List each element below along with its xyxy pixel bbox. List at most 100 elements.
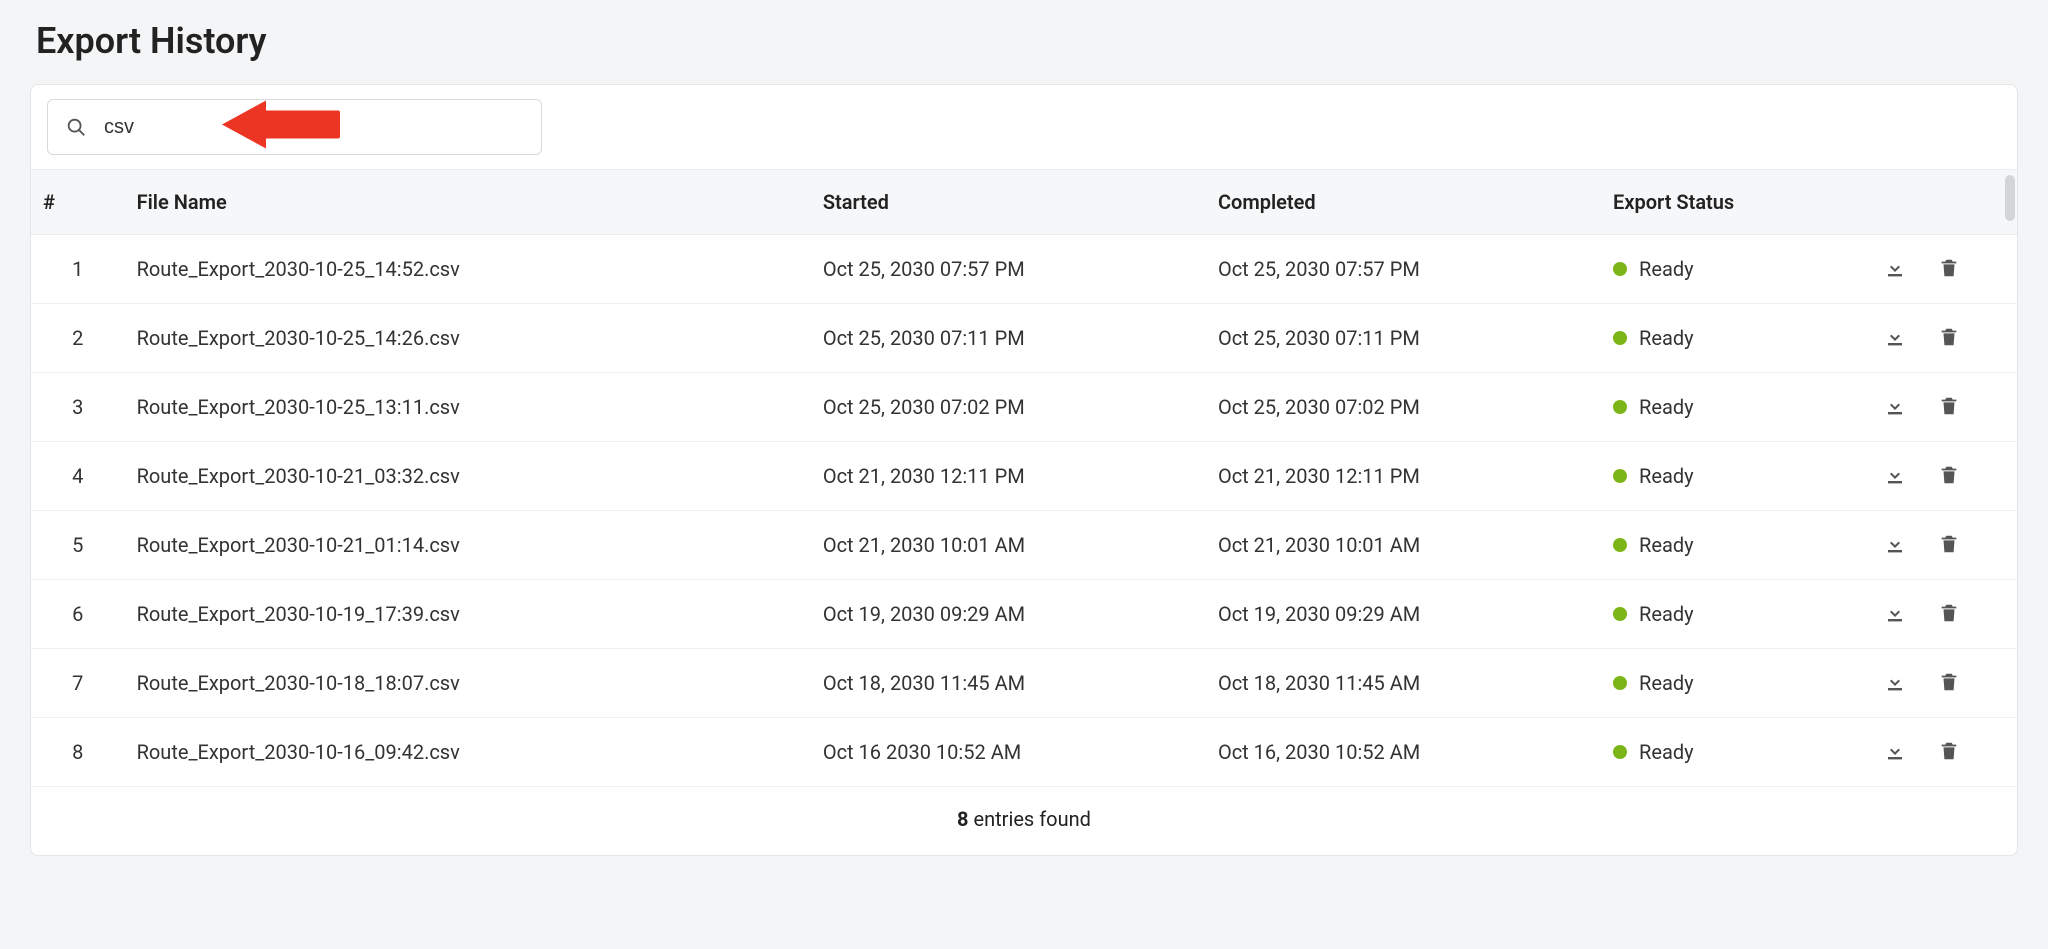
row-status-cell: Ready <box>1601 580 1871 649</box>
col-header-index[interactable]: # <box>31 170 125 235</box>
row-status-text: Ready <box>1639 257 1694 281</box>
trash-icon <box>1938 671 1960 696</box>
row-index: 2 <box>31 304 125 373</box>
row-file-name: Route_Export_2030-10-21_01:14.csv <box>125 511 811 580</box>
delete-button[interactable] <box>1937 740 1961 764</box>
download-button[interactable] <box>1883 533 1907 557</box>
col-header-file-name[interactable]: File Name <box>125 170 811 235</box>
delete-button[interactable] <box>1937 257 1961 281</box>
download-button[interactable] <box>1883 671 1907 695</box>
delete-button[interactable] <box>1937 533 1961 557</box>
row-status-cell: Ready <box>1601 649 1871 718</box>
download-button[interactable] <box>1883 464 1907 488</box>
download-button[interactable] <box>1883 257 1907 281</box>
row-actions-cell <box>1871 580 2017 649</box>
status-dot-icon <box>1613 262 1627 276</box>
row-status-text: Ready <box>1639 326 1694 350</box>
status-dot-icon <box>1613 400 1627 414</box>
trash-icon <box>1938 395 1960 420</box>
row-started: Oct 16 2030 10:52 AM <box>811 718 1206 787</box>
row-status-text: Ready <box>1639 671 1694 695</box>
table-row: 8 Route_Export_2030-10-16_09:42.csv Oct … <box>31 718 2017 787</box>
row-completed: Oct 18, 2030 11:45 AM <box>1206 649 1601 718</box>
row-started: Oct 25, 2030 07:02 PM <box>811 373 1206 442</box>
download-button[interactable] <box>1883 326 1907 350</box>
row-actions-cell <box>1871 442 2017 511</box>
delete-button[interactable] <box>1937 671 1961 695</box>
row-status-cell: Ready <box>1601 304 1871 373</box>
row-started: Oct 21, 2030 12:11 PM <box>811 442 1206 511</box>
download-icon <box>1883 739 1907 766</box>
row-actions-cell <box>1871 373 2017 442</box>
table-row: 2 Route_Export_2030-10-25_14:26.csv Oct … <box>31 304 2017 373</box>
trash-icon <box>1938 533 1960 558</box>
col-header-completed[interactable]: Completed <box>1206 170 1601 235</box>
row-status-cell: Ready <box>1601 511 1871 580</box>
row-file-name: Route_Export_2030-10-18_18:07.csv <box>125 649 811 718</box>
row-status-text: Ready <box>1639 533 1694 557</box>
status-dot-icon <box>1613 538 1627 552</box>
table-footer-row: 8 entries found <box>31 787 2017 856</box>
row-index: 7 <box>31 649 125 718</box>
row-completed: Oct 25, 2030 07:02 PM <box>1206 373 1601 442</box>
download-icon <box>1883 394 1907 421</box>
download-button[interactable] <box>1883 602 1907 626</box>
row-status-text: Ready <box>1639 740 1694 764</box>
col-header-started[interactable]: Started <box>811 170 1206 235</box>
row-status-text: Ready <box>1639 464 1694 488</box>
row-completed: Oct 21, 2030 10:01 AM <box>1206 511 1601 580</box>
download-button[interactable] <box>1883 395 1907 419</box>
row-started: Oct 25, 2030 07:57 PM <box>811 235 1206 304</box>
download-icon <box>1883 670 1907 697</box>
status-dot-icon <box>1613 745 1627 759</box>
row-file-name: Route_Export_2030-10-16_09:42.csv <box>125 718 811 787</box>
entries-suffix: entries found <box>969 807 1091 831</box>
download-icon <box>1883 325 1907 352</box>
delete-button[interactable] <box>1937 464 1961 488</box>
table-row: 6 Route_Export_2030-10-19_17:39.csv Oct … <box>31 580 2017 649</box>
row-completed: Oct 25, 2030 07:11 PM <box>1206 304 1601 373</box>
table-row: 3 Route_Export_2030-10-25_13:11.csv Oct … <box>31 373 2017 442</box>
row-file-name: Route_Export_2030-10-19_17:39.csv <box>125 580 811 649</box>
row-completed: Oct 16, 2030 10:52 AM <box>1206 718 1601 787</box>
scrollbar-thumb[interactable] <box>2005 175 2015 221</box>
download-button[interactable] <box>1883 740 1907 764</box>
page-title: Export History <box>36 20 2018 62</box>
row-status-cell: Ready <box>1601 718 1871 787</box>
table-row: 7 Route_Export_2030-10-18_18:07.csv Oct … <box>31 649 2017 718</box>
table-row: 5 Route_Export_2030-10-21_01:14.csv Oct … <box>31 511 2017 580</box>
status-dot-icon <box>1613 676 1627 690</box>
search-input[interactable] <box>47 99 542 155</box>
row-actions-cell <box>1871 235 2017 304</box>
row-actions-cell <box>1871 649 2017 718</box>
row-actions-cell <box>1871 718 2017 787</box>
row-status-cell: Ready <box>1601 235 1871 304</box>
search-wrap <box>47 99 542 155</box>
delete-button[interactable] <box>1937 602 1961 626</box>
trash-icon <box>1938 602 1960 627</box>
row-completed: Oct 21, 2030 12:11 PM <box>1206 442 1601 511</box>
row-index: 1 <box>31 235 125 304</box>
entries-count: 8 <box>957 807 968 831</box>
table-row: 1 Route_Export_2030-10-25_14:52.csv Oct … <box>31 235 2017 304</box>
row-started: Oct 21, 2030 10:01 AM <box>811 511 1206 580</box>
row-completed: Oct 25, 2030 07:57 PM <box>1206 235 1601 304</box>
row-file-name: Route_Export_2030-10-21_03:32.csv <box>125 442 811 511</box>
row-file-name: Route_Export_2030-10-25_14:52.csv <box>125 235 811 304</box>
table-header-row: # File Name Started Completed Export Sta… <box>31 170 2017 235</box>
status-dot-icon <box>1613 331 1627 345</box>
row-actions-cell <box>1871 511 2017 580</box>
row-index: 6 <box>31 580 125 649</box>
delete-button[interactable] <box>1937 326 1961 350</box>
row-index: 3 <box>31 373 125 442</box>
row-file-name: Route_Export_2030-10-25_14:26.csv <box>125 304 811 373</box>
row-file-name: Route_Export_2030-10-25_13:11.csv <box>125 373 811 442</box>
row-index: 8 <box>31 718 125 787</box>
trash-icon <box>1938 257 1960 282</box>
col-header-actions <box>1871 170 2017 235</box>
export-history-table: # File Name Started Completed Export Sta… <box>31 169 2017 855</box>
row-actions-cell <box>1871 304 2017 373</box>
col-header-status[interactable]: Export Status <box>1601 170 1871 235</box>
trash-icon <box>1938 464 1960 489</box>
delete-button[interactable] <box>1937 395 1961 419</box>
